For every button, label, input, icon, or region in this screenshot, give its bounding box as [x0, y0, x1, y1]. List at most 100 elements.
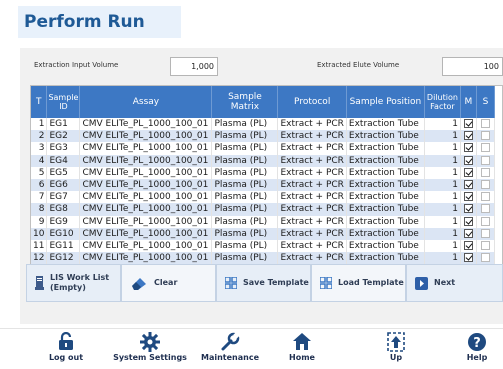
m-checkbox[interactable] [463, 143, 473, 153]
sample-id-cell[interactable]: EG2 [46, 130, 81, 143]
dilution-factor-cell[interactable]: 1 [424, 118, 461, 131]
sample-position-cell[interactable]: Extraction Tube [346, 178, 425, 192]
sample-position-cell[interactable]: Extraction Tube [346, 252, 425, 265]
sample-table[interactable]: T Sample ID Assay Sample Matrix Protocol… [30, 85, 503, 288]
assay-cell[interactable]: CMV ELITe_PL_1000_100_01 [79, 178, 213, 192]
row-number[interactable]: 8 [31, 203, 48, 216]
sample-position-cell[interactable]: Extraction Tube [346, 239, 425, 253]
s-checkbox[interactable] [480, 119, 490, 129]
sample-position-cell[interactable]: Extraction Tube [346, 227, 425, 240]
extracted-elute-volume-field[interactable]: 100 [442, 57, 503, 76]
help-button[interactable]: ? Help [459, 332, 495, 369]
sample-id-cell[interactable]: EG9 [46, 215, 81, 228]
sample-matrix-cell[interactable]: Plasma (PL) [211, 166, 279, 179]
dilution-factor-cell[interactable]: 1 [424, 227, 461, 240]
s-checkbox[interactable] [480, 204, 490, 214]
dilution-factor-cell[interactable]: 1 [424, 130, 461, 143]
s-checkbox[interactable] [480, 131, 490, 141]
sample-matrix-cell[interactable]: Plasma (PL) [211, 203, 279, 216]
table-row[interactable]: 6 EG6 CMV ELITe_PL_1000_100_01 Plasma (PL) E… [31, 178, 495, 192]
sample-matrix-cell[interactable]: Plasma (PL) [211, 215, 279, 228]
sample-id-cell[interactable]: EG11 [46, 239, 81, 253]
s-checkbox[interactable] [480, 180, 490, 190]
s-checkbox[interactable] [480, 240, 490, 250]
dilution-factor-cell[interactable]: 1 [424, 154, 461, 167]
home-button[interactable]: Home [282, 332, 322, 369]
sample-position-cell[interactable]: Extraction Tube [346, 130, 425, 143]
table-row[interactable]: 5 EG5 CMV ELITe_PL_1000_100_01 Plasma (PL) E… [31, 166, 495, 179]
s-checkbox[interactable] [480, 192, 490, 202]
row-number[interactable]: 5 [31, 166, 48, 179]
sample-id-cell[interactable]: EG1 [46, 118, 81, 131]
sample-matrix-cell[interactable]: Plasma (PL) [211, 130, 279, 143]
table-row[interactable]: 3 EG3 CMV ELITe_PL_1000_100_01 Plasma (PL) E… [31, 142, 495, 155]
sample-matrix-cell[interactable]: Plasma (PL) [211, 227, 279, 240]
sample-position-cell[interactable]: Extraction Tube [346, 142, 425, 155]
sample-id-cell[interactable]: EG8 [46, 203, 81, 216]
sample-matrix-cell[interactable]: Plasma (PL) [211, 178, 279, 192]
assay-cell[interactable]: CMV ELITe_PL_1000_100_01 [79, 215, 213, 228]
sample-position-cell[interactable]: Extraction Tube [346, 191, 425, 204]
s-checkbox[interactable] [480, 155, 490, 165]
sample-position-cell[interactable]: Extraction Tube [346, 166, 425, 179]
table-row[interactable]: 11 EG11 CMV ELITe_PL_1000_100_01 Plasma (PL… [31, 239, 495, 253]
column-header-sample-id[interactable]: Sample ID [46, 86, 81, 118]
protocol-cell[interactable]: Extract + PCR [277, 118, 347, 131]
sample-id-cell[interactable]: EG3 [46, 142, 81, 155]
table-row[interactable]: 2 EG2 CMV ELITe_PL_1000_100_01 Plasma (PL) E… [31, 130, 495, 143]
protocol-cell[interactable]: Extract + PCR [277, 227, 347, 240]
up-button[interactable]: Up [376, 332, 416, 369]
protocol-cell[interactable]: Extract + PCR [277, 166, 347, 179]
column-header-dilution-factor[interactable]: Dilution Factor [424, 86, 461, 118]
row-number[interactable]: 1 [31, 118, 48, 131]
clear-button[interactable]: Clear [121, 264, 216, 302]
system-settings-button[interactable]: System Settings [113, 332, 187, 369]
assay-cell[interactable]: CMV ELITe_PL_1000_100_01 [79, 142, 213, 155]
assay-cell[interactable]: CMV ELITe_PL_1000_100_01 [79, 252, 213, 265]
m-checkbox[interactable] [463, 167, 473, 177]
dilution-factor-cell[interactable]: 1 [424, 252, 461, 265]
m-checkbox[interactable] [463, 204, 473, 214]
sample-position-cell[interactable]: Extraction Tube [346, 118, 425, 131]
sample-matrix-cell[interactable]: Plasma (PL) [211, 239, 279, 253]
assay-cell[interactable]: CMV ELITe_PL_1000_100_01 [79, 203, 213, 216]
s-checkbox[interactable] [480, 167, 490, 177]
row-number[interactable]: 2 [31, 130, 48, 143]
s-checkbox[interactable] [480, 143, 490, 153]
assay-cell[interactable]: CMV ELITe_PL_1000_100_01 [79, 191, 213, 204]
table-row[interactable]: 9 EG9 CMV ELITe_PL_1000_100_01 Plasma (PL) E… [31, 215, 495, 228]
column-header-s[interactable]: S [476, 86, 495, 118]
dilution-factor-cell[interactable]: 1 [424, 215, 461, 228]
column-header-t[interactable]: T [31, 86, 48, 118]
table-row[interactable]: 1 EG1 CMV ELITe_PL_1000_100_01 Plasma (PL) E… [31, 118, 495, 131]
row-number[interactable]: 9 [31, 215, 48, 228]
sample-id-cell[interactable]: EG7 [46, 191, 81, 204]
sample-matrix-cell[interactable]: Plasma (PL) [211, 252, 279, 265]
dilution-factor-cell[interactable]: 1 [424, 142, 461, 155]
protocol-cell[interactable]: Extract + PCR [277, 215, 347, 228]
protocol-cell[interactable]: Extract + PCR [277, 203, 347, 216]
protocol-cell[interactable]: Extract + PCR [277, 130, 347, 143]
row-number[interactable]: 7 [31, 191, 48, 204]
sample-matrix-cell[interactable]: Plasma (PL) [211, 118, 279, 131]
assay-cell[interactable]: CMV ELITe_PL_1000_100_01 [79, 239, 213, 253]
sample-matrix-cell[interactable]: Plasma (PL) [211, 154, 279, 167]
sample-id-cell[interactable]: EG12 [46, 252, 81, 265]
dilution-factor-cell[interactable]: 1 [424, 178, 461, 192]
protocol-cell[interactable]: Extract + PCR [277, 178, 347, 192]
column-header-sample-position[interactable]: Sample Position [346, 86, 425, 118]
sample-position-cell[interactable]: Extraction Tube [346, 154, 425, 167]
table-row[interactable]: 10 EG10 CMV ELITe_PL_1000_100_01 Plasma (PL… [31, 227, 495, 240]
assay-cell[interactable]: CMV ELITe_PL_1000_100_01 [79, 118, 213, 131]
assay-cell[interactable]: CMV ELITe_PL_1000_100_01 [79, 154, 213, 167]
extraction-input-volume-field[interactable]: 1,000 [170, 57, 218, 76]
column-header-sample-matrix[interactable]: Sample Matrix [211, 86, 279, 118]
m-checkbox[interactable] [463, 119, 473, 129]
assay-cell[interactable]: CMV ELITe_PL_1000_100_01 [79, 130, 213, 143]
protocol-cell[interactable]: Extract + PCR [277, 154, 347, 167]
logout-button[interactable]: Log out [46, 331, 86, 369]
dilution-factor-cell[interactable]: 1 [424, 203, 461, 216]
m-checkbox[interactable] [463, 155, 473, 165]
m-checkbox[interactable] [463, 253, 473, 263]
table-row[interactable]: 4 EG4 CMV ELITe_PL_1000_100_01 Plasma (PL) E… [31, 154, 495, 167]
